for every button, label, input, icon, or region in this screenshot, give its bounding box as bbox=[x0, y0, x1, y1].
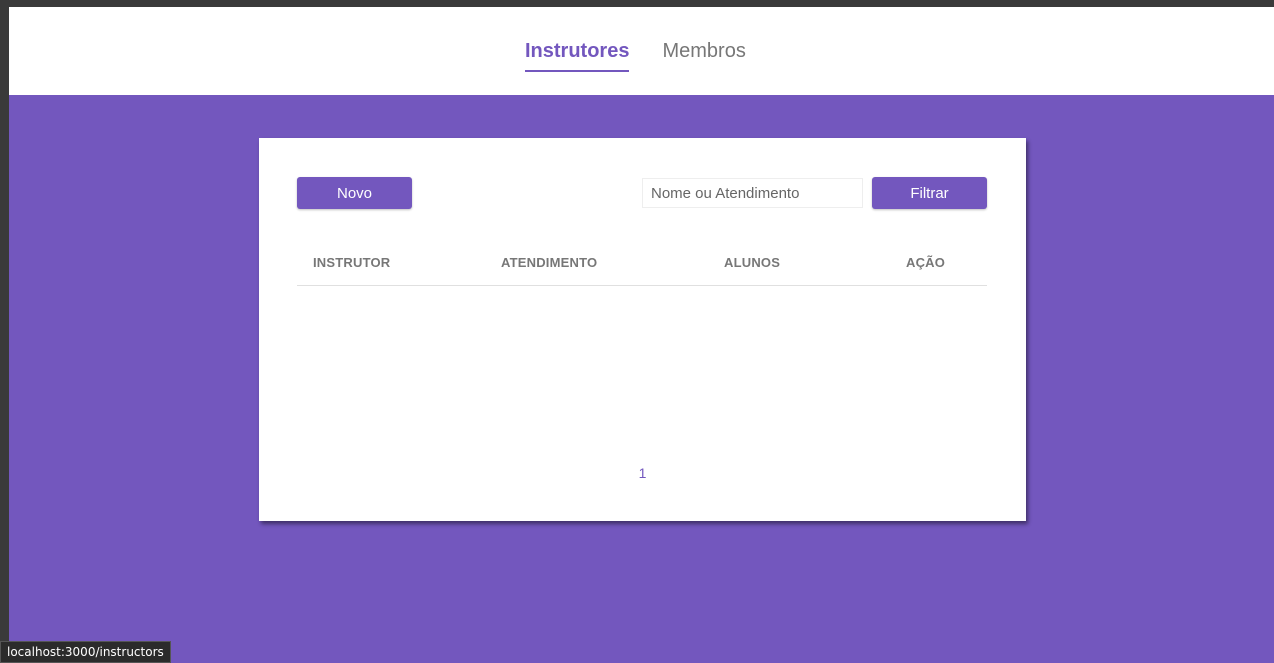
nav-link-membros[interactable]: Membros bbox=[662, 40, 745, 67]
main-nav: Instrutores Membros bbox=[525, 40, 746, 72]
column-header-instrutor: INSTRUTOR bbox=[313, 255, 391, 270]
pagination: 1 bbox=[259, 465, 1026, 483]
filter-button[interactable]: Filtrar bbox=[872, 177, 987, 209]
column-header-atendimento: ATENDIMENTO bbox=[501, 255, 598, 270]
new-button[interactable]: Novo bbox=[297, 177, 412, 209]
browser-status-url: localhost:3000/instructors bbox=[0, 641, 171, 663]
page-frame: Instrutores Membros Novo Filtrar INSTRUT… bbox=[9, 7, 1274, 663]
page-link-1[interactable]: 1 bbox=[639, 465, 647, 481]
column-header-acao: AÇÃO bbox=[906, 255, 946, 270]
top-header: Instrutores Membros bbox=[9, 7, 1274, 95]
nav-link-instrutores[interactable]: Instrutores bbox=[525, 40, 630, 72]
column-header-alunos: ALUNOS bbox=[724, 255, 781, 270]
table-header: INSTRUTOR ATENDIMENTO ALUNOS AÇÃO bbox=[297, 242, 987, 286]
instructors-card: Novo Filtrar INSTRUTOR ATENDIMENTO ALUNO… bbox=[259, 138, 1026, 521]
search-input[interactable] bbox=[642, 178, 863, 208]
